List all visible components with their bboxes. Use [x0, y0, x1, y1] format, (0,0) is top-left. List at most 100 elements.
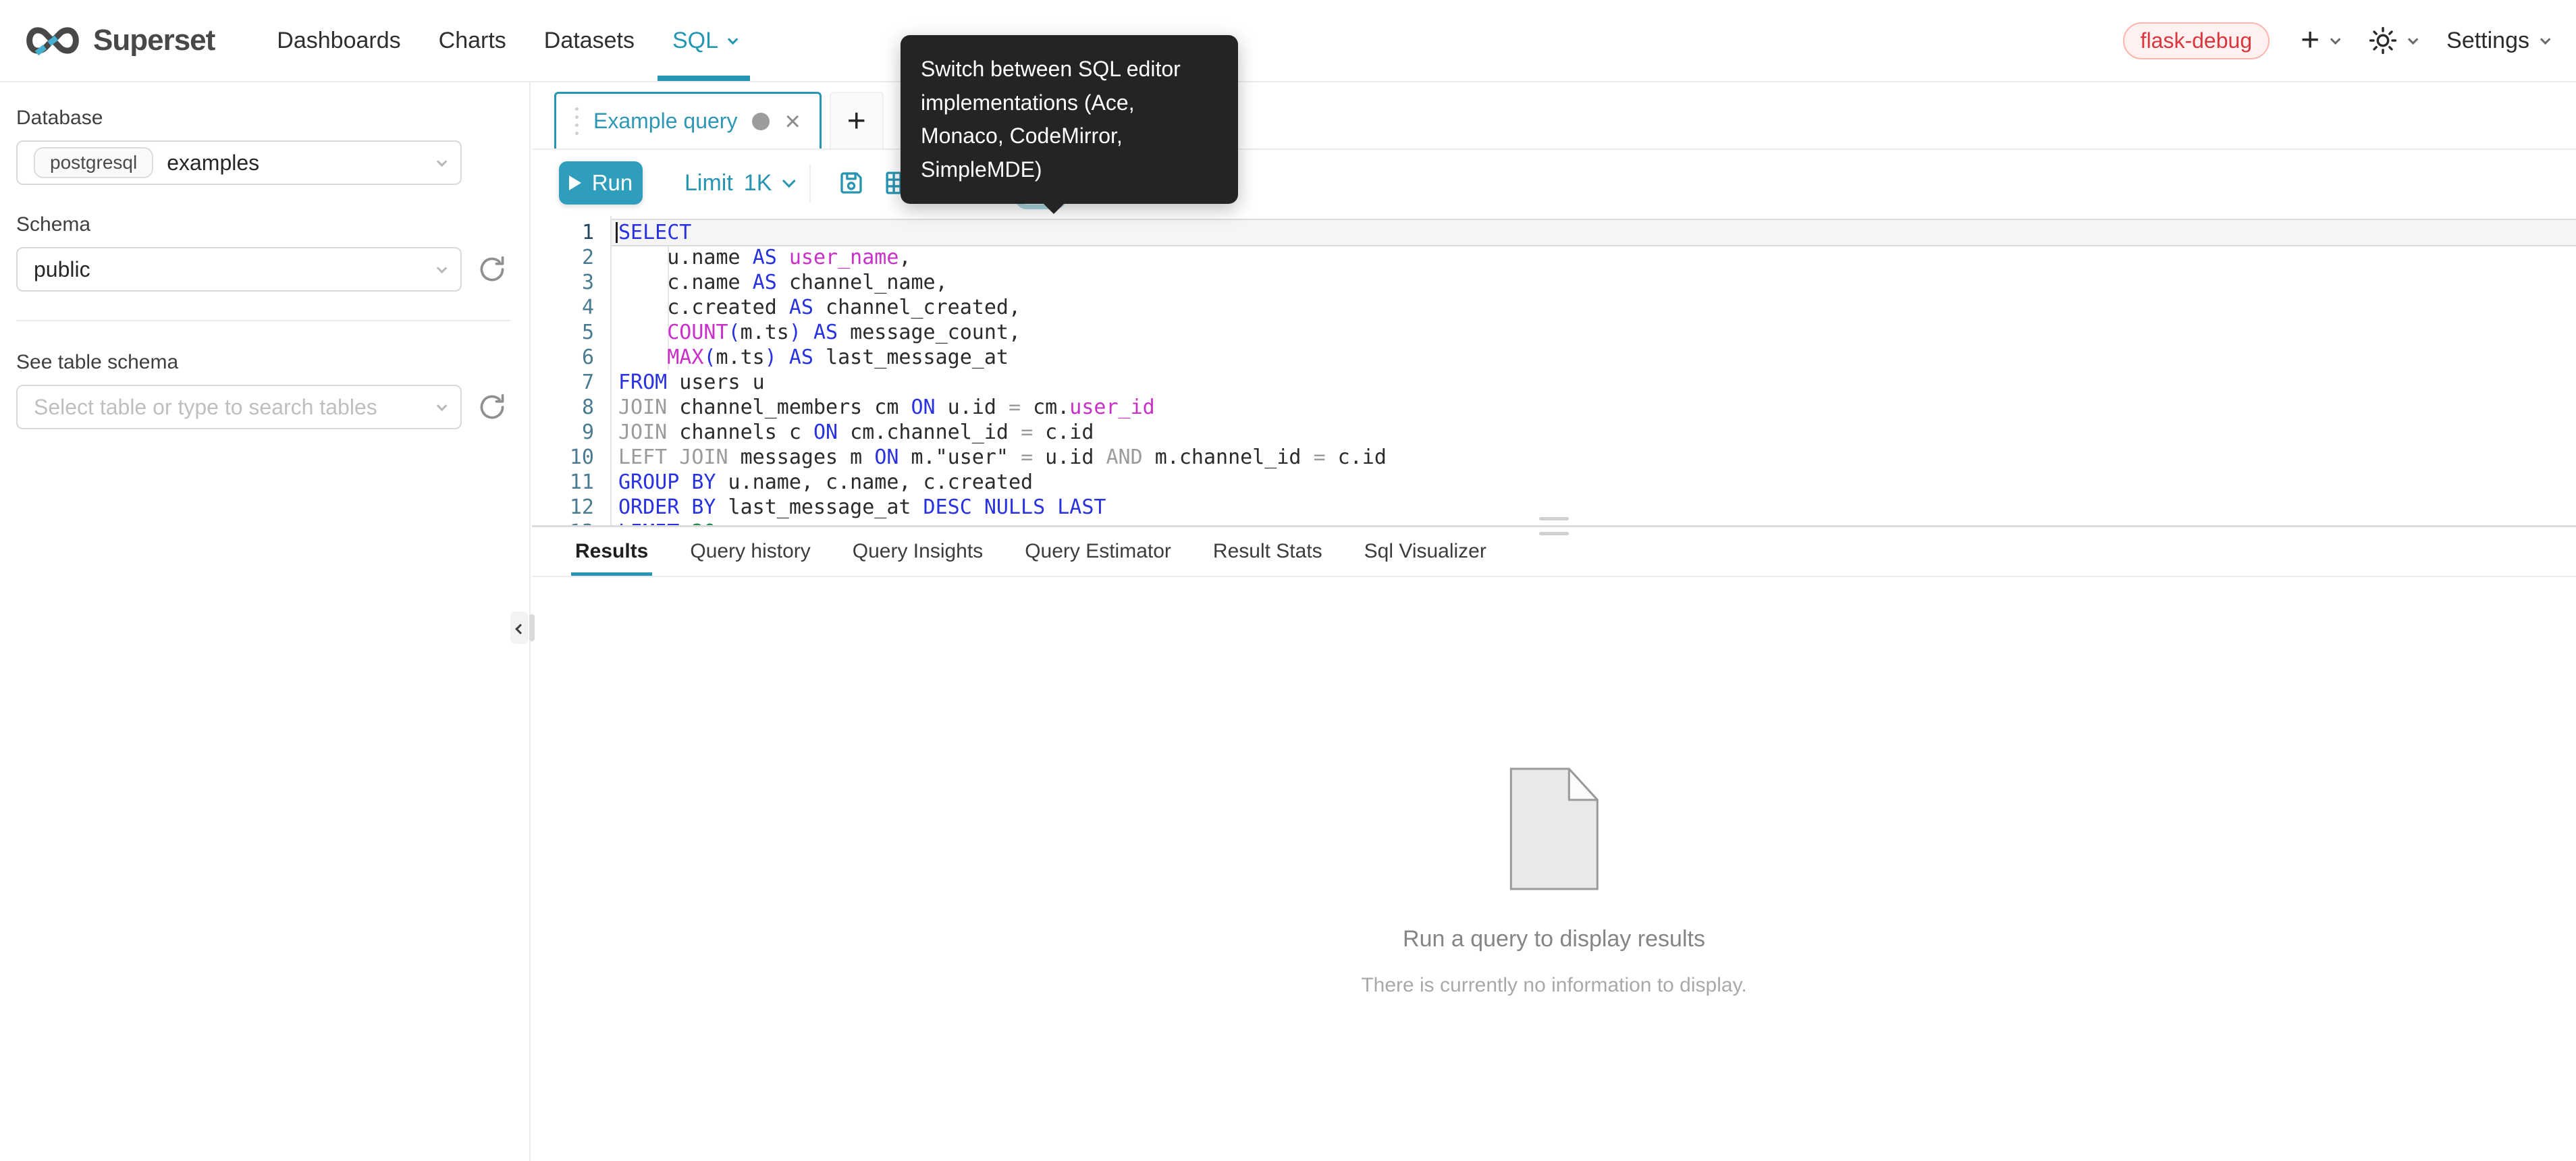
environment-badge: flask-debug: [2123, 22, 2270, 59]
superset-logo[interactable]: Superset: [23, 24, 215, 57]
table-select-placeholder: Select table or type to search tables: [34, 395, 377, 420]
tooltip-arrow: [1042, 202, 1065, 214]
schema-label: Schema: [16, 213, 512, 236]
chevron-down-icon: [437, 400, 448, 411]
limit-value: 1K: [744, 170, 772, 196]
line-number: 10: [532, 445, 594, 470]
sql-lab-page: Superset Dashboards Charts Datasets SQL …: [0, 0, 2576, 1161]
code-line[interactable]: u.name AS user_name,: [612, 245, 2576, 270]
main-nav: Dashboards Charts Datasets SQL: [258, 0, 754, 81]
database-select[interactable]: postgresql examples: [16, 140, 462, 185]
splitter-grip-icon: [1539, 517, 1569, 520]
refresh-schemas-button[interactable]: [477, 254, 508, 285]
line-number: 5: [532, 320, 594, 345]
settings-menu[interactable]: Settings: [2446, 28, 2548, 54]
results-panel: Results Query history Query Insights Que…: [532, 527, 2576, 1161]
text-cursor: [616, 222, 618, 243]
code-line[interactable]: c.name AS channel_name,: [612, 270, 2576, 295]
switch-editor-tooltip: Switch between SQL editor implementation…: [901, 35, 1238, 204]
collapse-sidebar-button[interactable]: [510, 612, 529, 644]
chevron-down-icon: [437, 156, 448, 167]
code-area[interactable]: SELECT u.name AS user_name, c.name AS ch…: [612, 216, 2576, 526]
chevron-down-icon: [782, 174, 796, 188]
line-number: 7: [532, 370, 594, 395]
unsaved-indicator-dot: [752, 113, 770, 130]
superset-infinity-icon: [23, 25, 82, 56]
results-tab-sql-visualizer[interactable]: Sql Visualizer: [1364, 527, 1486, 576]
refresh-icon: [477, 392, 507, 422]
sql-editor-panel: Example query × + Run Limit 1K: [532, 82, 2576, 1161]
drag-handle-icon[interactable]: [575, 107, 579, 135]
toolbar-divider: [809, 164, 811, 202]
chevron-down-icon: [2408, 34, 2419, 45]
brand-name: Superset: [93, 24, 215, 57]
panel-splitter-handle[interactable]: [529, 614, 535, 641]
navbar-right: flask-debug + Settings: [2123, 22, 2548, 59]
settings-label: Settings: [2446, 28, 2529, 54]
sql-editor[interactable]: 12345678910111213 SELECT u.name AS user_…: [532, 216, 2576, 526]
save-icon: [837, 169, 865, 197]
code-line[interactable]: JOIN channels c ON cm.channel_id = c.id: [612, 420, 2576, 445]
line-number: 11: [532, 470, 594, 495]
code-line[interactable]: ORDER BY last_message_at DESC NULLS LAST: [612, 495, 2576, 520]
code-line[interactable]: GROUP BY u.name, c.name, c.created: [612, 470, 2576, 495]
line-number: 9: [532, 420, 594, 445]
nav-item-sql[interactable]: SQL: [653, 0, 754, 81]
code-line[interactable]: LEFT JOIN messages m ON m."user" = u.id …: [612, 445, 2576, 470]
results-tab-results[interactable]: Results: [575, 527, 648, 576]
document-icon: [1507, 765, 1601, 893]
empty-state-subtitle: There is currently no information to dis…: [1361, 974, 1746, 997]
query-tab-example-query[interactable]: Example query ×: [554, 92, 822, 148]
sun-icon: [2369, 26, 2397, 55]
code-line[interactable]: SELECT: [612, 220, 2576, 245]
results-tab-result-stats[interactable]: Result Stats: [1213, 527, 1322, 576]
refresh-tables-button[interactable]: [477, 392, 508, 423]
query-tab-bar: Example query × +: [532, 82, 2576, 150]
table-select[interactable]: Select table or type to search tables: [16, 385, 462, 429]
line-number: 12: [532, 495, 594, 520]
plus-icon: +: [2301, 24, 2319, 57]
table-schema-label: See table schema: [16, 351, 512, 374]
theme-menu[interactable]: [2369, 26, 2415, 55]
empty-state-title: Run a query to display results: [1361, 926, 1746, 952]
code-line[interactable]: c.created AS channel_created,: [612, 295, 2576, 320]
chevron-down-icon: [728, 34, 739, 45]
save-query-button[interactable]: [828, 160, 874, 206]
sql-lab-sidebar: Database postgresql examples Schema publ…: [0, 82, 531, 1161]
plus-icon: +: [847, 103, 866, 140]
code-line[interactable]: JOIN channel_members cm ON u.id = cm.use…: [612, 395, 2576, 420]
chevron-left-icon: [515, 624, 526, 634]
nav-item-dashboards[interactable]: Dashboards: [258, 0, 419, 81]
line-number: 8: [532, 395, 594, 420]
results-tab-query-insights[interactable]: Query Insights: [853, 527, 983, 576]
limit-label: Limit: [685, 170, 733, 196]
row-limit-dropdown[interactable]: Limit 1K: [685, 170, 792, 196]
chevron-down-icon: [2330, 34, 2341, 45]
new-query-tab-button[interactable]: +: [830, 92, 884, 148]
nav-item-charts[interactable]: Charts: [420, 0, 525, 81]
schema-select-value: public: [34, 257, 90, 282]
play-icon: [569, 176, 581, 190]
close-tab-icon[interactable]: ×: [784, 108, 800, 135]
new-item-menu[interactable]: +: [2301, 24, 2338, 57]
code-line[interactable]: MAX(m.ts) AS last_message_at: [612, 345, 2576, 370]
code-line[interactable]: FROM users u: [612, 370, 2576, 395]
results-tab-bar: Results Query history Query Insights Que…: [532, 527, 2576, 577]
tooltip-text: Switch between SQL editor implementation…: [921, 57, 1181, 182]
database-select-value: examples: [167, 151, 259, 176]
line-number-gutter: 12345678910111213: [532, 216, 612, 526]
empty-state: Run a query to display results There is …: [1361, 765, 1746, 997]
line-number: 4: [532, 295, 594, 320]
line-number: 3: [532, 270, 594, 295]
run-query-button[interactable]: Run: [559, 161, 643, 205]
code-line[interactable]: COUNT(m.ts) AS message_count,: [612, 320, 2576, 345]
nav-item-datasets[interactable]: Datasets: [525, 0, 653, 81]
chevron-down-icon: [2540, 34, 2551, 45]
schema-select[interactable]: public: [16, 247, 462, 292]
sidebar-divider: [16, 320, 510, 321]
line-number: 1: [532, 220, 594, 245]
results-tab-query-history[interactable]: Query history: [690, 527, 810, 576]
database-engine-tag: postgresql: [34, 147, 153, 178]
editor-toolbar: Run Limit 1K: [532, 150, 2576, 216]
results-tab-query-estimator[interactable]: Query Estimator: [1025, 527, 1171, 576]
